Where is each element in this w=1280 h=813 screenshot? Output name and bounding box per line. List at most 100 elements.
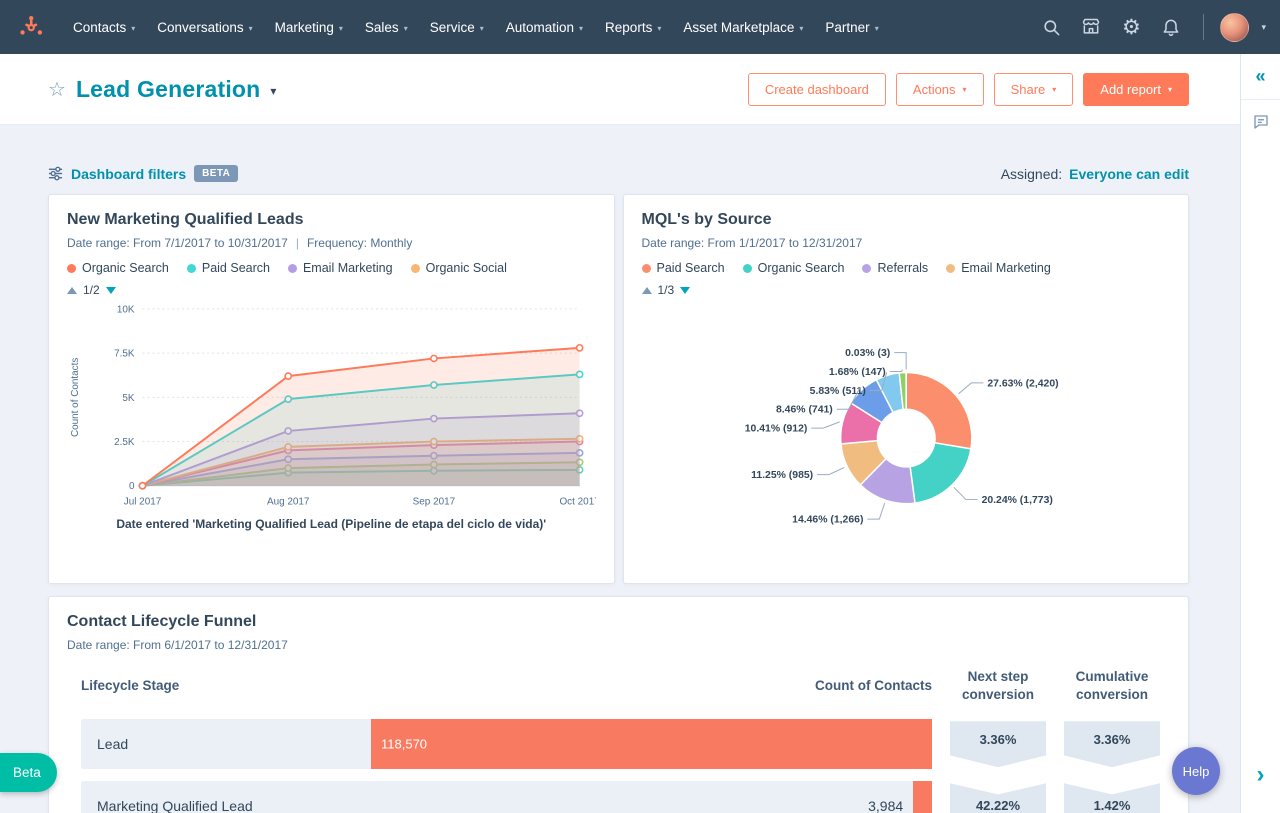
stage-label: Marketing Qualified Lead <box>97 798 253 813</box>
funnel-bar[interactable] <box>913 781 932 813</box>
nav-menu: Contacts ▾ Conversations ▾ Marketing ▾ Sales ▾ S… <box>62 0 1035 54</box>
svg-text:Aug 2017: Aug 2017 <box>267 497 310 508</box>
nav-item-partner[interactable]: Partner ▾ <box>814 0 889 54</box>
date-range-text: Date range: From 1/1/2017 to 12/31/2017 <box>641 236 863 250</box>
legend-item[interactable]: Organic Social <box>410 261 507 275</box>
assigned-label: Assigned: <box>1000 165 1063 182</box>
dashboard-filters-toggle[interactable]: Dashboard filters BETA <box>48 165 239 182</box>
funnel-row: Marketing Qualified Lead 3,984 42.22% 1.42% <box>81 781 1160 813</box>
legend-prev-icon[interactable] <box>67 286 77 294</box>
donut-chart[interactable]: 27.63% (2,420) 20.24% (1,773) 0.03% (3) 1.6… <box>642 299 1171 569</box>
area-line-chart[interactable]: 0 2.5K 5K 7.5K 10K Jul 2017 Aug 2017 Sep 2017 Oc… <box>67 299 596 514</box>
nav-item-label: Reports <box>605 19 653 35</box>
notifications-bell-icon[interactable] <box>1155 11 1187 43</box>
report-card-contact-lifecycle-funnel: Contact Lifecycle Funnel Date range: Fro… <box>48 596 1189 813</box>
legend-item[interactable]: Organic Search <box>742 261 844 275</box>
favorite-star-icon[interactable]: ☆ <box>48 77 66 102</box>
legend-item[interactable]: Organic Search <box>67 261 169 275</box>
legend-prev-icon[interactable] <box>641 286 652 294</box>
sprocket-icon <box>20 15 43 35</box>
dashboard-picker-chevron-icon[interactable]: ▾ <box>270 84 276 98</box>
legend-label: Paid Search <box>656 261 725 275</box>
svg-text:0.03% (3): 0.03% (3) <box>845 348 890 359</box>
legend-next-icon[interactable] <box>680 286 691 294</box>
chart-legend: Organic Search Paid Search Email Marketing… <box>67 261 596 275</box>
nav-item-asset-marketplace[interactable]: Asset Marketplace ▾ <box>672 0 814 54</box>
account-avatar[interactable] <box>1220 12 1250 42</box>
gear-glyph: ⚙ <box>1122 14 1141 39</box>
conversion-cell: 42.22% <box>950 783 1046 813</box>
help-button[interactable]: Help <box>1172 747 1220 795</box>
next-step-conversion-badge: 42.22% <box>950 783 1046 813</box>
nav-item-contacts[interactable]: Contacts ▾ <box>62 0 146 54</box>
legend-item[interactable]: Paid Search <box>186 261 270 275</box>
legend-item[interactable]: Referrals <box>862 261 928 275</box>
nav-item-service[interactable]: Service ▾ <box>419 0 495 54</box>
column-header-lifecycle-stage: Lifecycle Stage <box>81 678 180 694</box>
marketplace-icon[interactable] <box>1075 11 1107 43</box>
column-header-cumulative-conversion: Cumulative conversion <box>1075 669 1149 702</box>
add-report-button[interactable]: Add report ▾ <box>1083 72 1189 106</box>
svg-text:Count of Contacts: Count of Contacts <box>70 358 81 437</box>
funnel-stage-track: Marketing Qualified Lead 3,984 <box>81 781 932 813</box>
nav-item-sales[interactable]: Sales ▾ <box>354 0 419 54</box>
legend-label: Email Marketing <box>302 261 393 275</box>
legend-dot <box>862 263 872 273</box>
search-icon[interactable] <box>1035 11 1067 43</box>
svg-text:2.5K: 2.5K <box>114 437 135 448</box>
collapse-panel-icon[interactable]: « <box>1241 54 1280 100</box>
expand-panel-chevron-icon[interactable]: › <box>1241 763 1280 787</box>
nav-item-automation[interactable]: Automation ▾ <box>495 0 594 54</box>
filters-row: Dashboard filters BETA Assigned: Everyon… <box>48 165 1189 182</box>
chevron-down-icon: ▾ <box>1167 84 1172 94</box>
dashboard-filters-label: Dashboard filters <box>71 165 187 182</box>
report-date-range: Date range: From 7/1/2017 to 10/31/2017 |… <box>67 236 596 250</box>
create-dashboard-button[interactable]: Create dashboard <box>747 72 886 106</box>
chevron-down-icon: ▾ <box>1052 84 1057 94</box>
nav-item-label: Asset Marketplace <box>683 19 795 35</box>
nav-item-marketing[interactable]: Marketing ▾ <box>264 0 354 54</box>
dashboard-title-group: ☆ Lead Generation ▾ <box>48 76 276 103</box>
funnel-stage-track: Lead 118,570 <box>81 719 932 770</box>
legend-next-icon[interactable] <box>105 286 116 294</box>
account-chevron-down-icon[interactable]: ▾ <box>1261 22 1266 33</box>
legend-dot <box>410 263 420 273</box>
bar-value: 3,984 <box>868 798 904 813</box>
report-card-new-mqls: New Marketing Qualified Leads Date range… <box>48 194 615 585</box>
chevron-down-icon: ▾ <box>131 23 136 33</box>
funnel-bar[interactable]: 118,570 <box>371 719 932 770</box>
assigned-permissions-link[interactable]: Everyone can edit <box>1069 166 1189 182</box>
assigned-group: Assigned: Everyone can edit <box>1001 166 1189 182</box>
legend-dot <box>287 263 297 273</box>
settings-gear-icon[interactable]: ⚙ <box>1115 11 1147 43</box>
legend-item[interactable]: Paid Search <box>641 261 725 275</box>
actions-button[interactable]: Actions ▾ <box>895 72 984 106</box>
frequency-text: Frequency: Monthly <box>306 236 413 250</box>
chart-legend: Paid Search Organic Search Referrals Email … <box>641 261 1171 275</box>
beta-badge: BETA <box>194 165 239 182</box>
chevron-down-icon: ▾ <box>338 23 343 33</box>
legend-dot <box>641 263 651 273</box>
next-step-conversion-badge: 3.36% <box>950 721 1046 768</box>
nav-item-conversations[interactable]: Conversations ▾ <box>146 0 263 54</box>
date-range-text: Date range: From 6/1/2017 to 12/31/2017 <box>67 638 288 653</box>
nav-item-reports[interactable]: Reports ▾ <box>594 0 672 54</box>
legend-dot <box>67 263 76 273</box>
report-date-range: Date range: From 1/1/2017 to 12/31/2017 <box>642 236 1171 250</box>
legend-dot <box>742 263 752 273</box>
legend-label: Organic Social <box>425 261 507 275</box>
legend-item[interactable]: Email Marketing <box>287 261 393 275</box>
beta-floating-button[interactable]: Beta <box>0 753 57 792</box>
nav-item-label: Contacts <box>73 19 127 35</box>
svg-text:Sep 2017: Sep 2017 <box>413 497 456 508</box>
comments-icon[interactable] <box>1241 100 1280 149</box>
nav-item-label: Automation <box>505 19 575 35</box>
legend-item[interactable]: Email Marketing <box>946 261 1051 275</box>
hubspot-sprocket-logo[interactable] <box>16 12 46 42</box>
cumulative-conversion-badge: 1.42% <box>1064 783 1160 813</box>
chevron-down-icon: ▾ <box>799 23 804 33</box>
legend-dot <box>186 263 196 273</box>
conversion-value: 3.36% <box>979 732 1017 748</box>
svg-text:0: 0 <box>129 481 135 492</box>
share-button[interactable]: Share ▾ <box>993 72 1074 106</box>
